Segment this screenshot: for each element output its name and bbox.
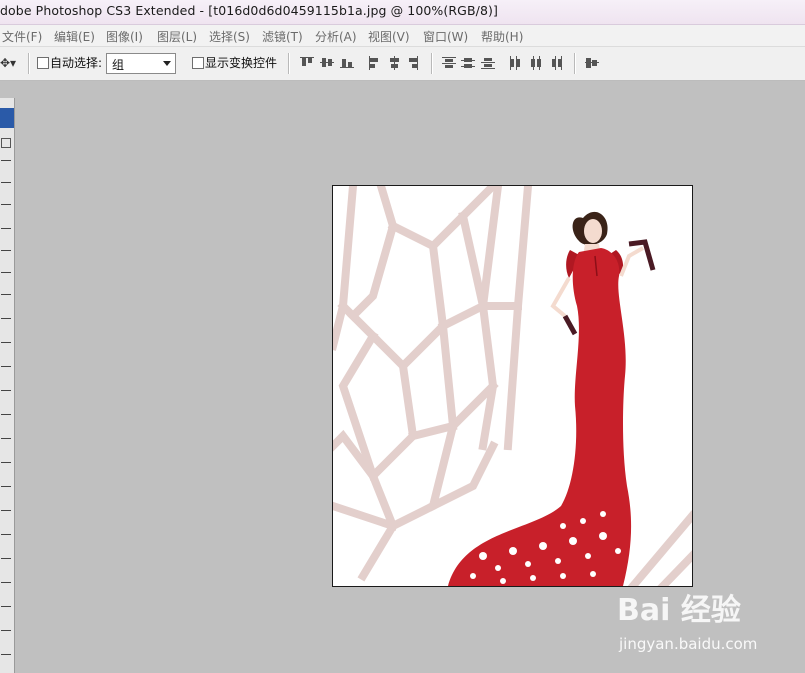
- show-transform-label: 显示变换控件: [205, 56, 278, 70]
- distribute-right-icon[interactable]: [549, 56, 563, 70]
- menu-analysis[interactable]: 分析(A): [315, 28, 357, 45]
- menu-help[interactable]: 帮助(H): [481, 28, 523, 45]
- auto-select-checkbox[interactable]: [37, 57, 49, 69]
- align-hcenter-icon[interactable]: [388, 56, 402, 70]
- menu-view[interactable]: 视图(V): [368, 28, 410, 45]
- distribute-left-icon[interactable]: [509, 56, 523, 70]
- menu-window[interactable]: 窗口(W): [423, 28, 468, 45]
- path-selection-tool-icon[interactable]: [1, 510, 11, 521]
- show-transform-checkbox[interactable]: [192, 57, 204, 69]
- eraser-tool-icon[interactable]: [1, 366, 11, 377]
- crop-tool-icon[interactable]: [1, 228, 11, 239]
- auto-align-layers-icon[interactable]: [585, 56, 599, 70]
- separator: [28, 53, 30, 74]
- chevron-down-icon: [163, 61, 171, 66]
- distribute-hcenter-icon[interactable]: [529, 56, 543, 70]
- magic-wand-tool-icon[interactable]: [1, 204, 11, 215]
- toolbox-header: [0, 108, 14, 128]
- pen-tool-icon[interactable]: [1, 462, 11, 473]
- hand-tool-icon[interactable]: [1, 606, 11, 617]
- separator: [288, 53, 290, 74]
- auto-select-label: 自动选择:: [50, 56, 103, 70]
- distribute-vcenter-icon[interactable]: [461, 56, 475, 70]
- history-brush-tool-icon[interactable]: [1, 342, 11, 353]
- auto-select-value: 组: [112, 58, 125, 72]
- align-right-icon[interactable]: [406, 56, 420, 70]
- title-bar: dobe Photoshop CS3 Extended - [t016d0d6d…: [0, 0, 805, 25]
- foreground-color-icon[interactable]: [1, 654, 11, 665]
- healing-brush-tool-icon[interactable]: [1, 272, 11, 283]
- slice-tool-icon[interactable]: [1, 250, 11, 261]
- watermark-url: jingyan.baidu.com: [619, 635, 758, 653]
- artwork-image: [333, 186, 692, 586]
- move-tool-icon[interactable]: [1, 138, 11, 148]
- move-icon[interactable]: ✥▾: [0, 56, 16, 70]
- blur-tool-icon[interactable]: [1, 414, 11, 425]
- separator: [431, 53, 433, 74]
- zoom-tool-icon[interactable]: [1, 630, 11, 641]
- options-bar: ✥▾ 自动选择: 组 显示变换控件: [0, 47, 805, 81]
- menu-select[interactable]: 选择(S): [209, 28, 250, 45]
- type-tool-icon[interactable]: [1, 486, 11, 497]
- notes-tool-icon[interactable]: [1, 558, 11, 569]
- separator: [574, 53, 576, 74]
- toolbox: [0, 98, 15, 673]
- menu-file[interactable]: 文件(F): [2, 28, 42, 45]
- brush-tool-icon[interactable]: [1, 294, 11, 305]
- align-bottom-icon[interactable]: [340, 56, 354, 70]
- watermark: Bai 经验 jingyan.baidu.com: [617, 585, 802, 665]
- shape-tool-icon[interactable]: [1, 534, 11, 545]
- align-vcenter-icon[interactable]: [320, 56, 334, 70]
- menu-filter[interactable]: 滤镜(T): [262, 28, 303, 45]
- align-top-icon[interactable]: [300, 56, 314, 70]
- align-left-icon[interactable]: [368, 56, 382, 70]
- distribute-bottom-icon[interactable]: [481, 56, 495, 70]
- menu-layer[interactable]: 图层(L): [157, 28, 197, 45]
- document-canvas[interactable]: [332, 185, 693, 587]
- window-title: dobe Photoshop CS3 Extended - [t016d0d6d…: [0, 3, 498, 18]
- distribute-top-icon[interactable]: [442, 56, 456, 70]
- dodge-tool-icon[interactable]: [1, 438, 11, 449]
- menu-image[interactable]: 图像(I): [106, 28, 143, 45]
- menu-edit[interactable]: 编辑(E): [54, 28, 95, 45]
- lattice-frame-pattern: [333, 186, 692, 586]
- watermark-logo: Bai 经验: [617, 593, 741, 628]
- menu-bar: 文件(F) 编辑(E) 图像(I) 图层(L) 选择(S) 滤镜(T) 分析(A…: [0, 25, 805, 47]
- clone-stamp-tool-icon[interactable]: [1, 318, 11, 329]
- eyedropper-tool-icon[interactable]: [1, 582, 11, 593]
- lasso-tool-icon[interactable]: [1, 182, 11, 193]
- marquee-tool-icon[interactable]: [1, 160, 11, 171]
- auto-select-dropdown[interactable]: 组: [106, 53, 176, 74]
- gradient-tool-icon[interactable]: [1, 390, 11, 401]
